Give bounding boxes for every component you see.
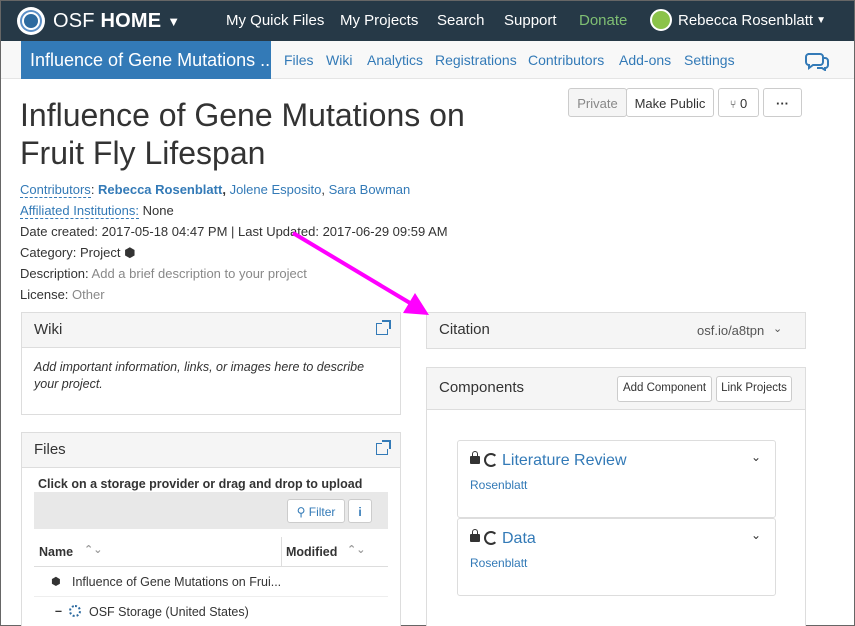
components-panel: Components Add Component Link Projects L…	[426, 367, 806, 626]
description-value[interactable]: Add a brief description to your project	[92, 266, 307, 281]
contributor-link[interactable]: Sara Bowman	[329, 182, 411, 197]
col-modified[interactable]: Modified	[286, 545, 337, 559]
category-label: Category:	[20, 245, 77, 260]
license-value[interactable]: Other	[72, 287, 105, 302]
tab-analytics[interactable]: Analytics	[367, 52, 423, 68]
affiliated-label[interactable]: Affiliated Institutions:	[20, 203, 139, 219]
cube-icon: ⬢	[51, 576, 61, 588]
storage-name[interactable]: OSF Storage (United States)	[89, 605, 249, 619]
component-card[interactable]: Literature Review Rosenblatt ⌄	[457, 440, 776, 518]
wiki-panel-header: Wiki	[22, 313, 400, 348]
link-projects-button[interactable]: Link Projects	[716, 376, 792, 402]
description-label: Description:	[20, 266, 89, 281]
collapse-icon[interactable]: –	[55, 604, 62, 618]
table-row[interactable]: ⬢ Influence of Gene Mutations on Frui...	[34, 567, 388, 597]
component-owner[interactable]: Rosenblatt	[470, 556, 527, 570]
contributors-label[interactable]: Contributors	[20, 182, 91, 198]
category-value: Project	[80, 245, 121, 260]
nav-donate[interactable]: Donate	[579, 12, 627, 29]
wiki-title: Wiki	[34, 321, 63, 338]
caret-down-icon: ▼	[167, 13, 181, 29]
external-link-icon[interactable]	[376, 320, 391, 335]
file-name[interactable]: Influence of Gene Mutations on Frui...	[72, 575, 281, 589]
nav-search[interactable]: Search	[437, 12, 485, 29]
component-owner[interactable]: Rosenblatt	[470, 478, 527, 492]
lock-icon	[470, 451, 480, 464]
lock-icon	[470, 529, 480, 542]
components-title: Components	[439, 379, 525, 396]
caret-down-icon: ▼	[816, 14, 826, 26]
osf-logo-icon	[17, 7, 45, 35]
contributors-line: Contributors: Rebecca Rosenblatt, Jolene…	[20, 182, 411, 198]
chevron-down-icon[interactable]: ⌄	[751, 450, 761, 464]
citation-panel[interactable]: Citation osf.io/a8tpn ⌄	[426, 312, 806, 349]
tab-wiki[interactable]: Wiki	[326, 52, 352, 68]
contributor-link[interactable]: Jolene Esposito	[230, 182, 322, 197]
tab-add-ons[interactable]: Add-ons	[619, 52, 671, 68]
component-card[interactable]: Data Rosenblatt ⌄	[457, 518, 776, 596]
files-panel-header: Files	[22, 433, 400, 468]
wiki-placeholder[interactable]: Add important information, links, or ima…	[22, 348, 400, 404]
fork-icon: ⑂	[729, 99, 737, 111]
project-navbar: Influence of Gene Mutations ... Files Wi…	[1, 41, 854, 79]
filter-button[interactable]: ⚲ Filter	[287, 499, 345, 523]
avatar	[650, 9, 672, 31]
more-options-button[interactable]: ···	[763, 88, 802, 117]
dates-line: Date created: 2017-05-18 04:47 PM | Last…	[20, 224, 448, 239]
project-title-tab[interactable]: Influence of Gene Mutations ...	[21, 41, 271, 79]
fork-count: 0	[740, 96, 748, 111]
sort-icons[interactable]: ⌃⌄	[84, 543, 102, 556]
license-label: License:	[20, 287, 69, 302]
comments-icon[interactable]	[805, 51, 829, 71]
brand-text: OSF HOME	[53, 9, 162, 32]
tab-contributors[interactable]: Contributors	[528, 52, 604, 68]
files-toolbar: ⚲ Filter i	[34, 492, 388, 529]
col-name[interactable]: Name	[39, 545, 73, 559]
fork-button[interactable]: ⑂ 0	[718, 88, 759, 117]
add-component-button[interactable]: Add Component	[617, 376, 712, 402]
nav-my-quick-files[interactable]: My Quick Files	[226, 12, 324, 29]
tab-registrations[interactable]: Registrations	[435, 52, 517, 68]
private-button[interactable]: Private	[568, 88, 627, 117]
loading-circle-icon	[484, 453, 498, 467]
top-navbar: OSF HOME ▼ My Quick Files My Projects Se…	[1, 1, 854, 41]
affiliated-institutions-line: Affiliated Institutions: None	[20, 203, 174, 219]
contributor-link[interactable]: Rebecca Rosenblatt	[98, 182, 222, 197]
user-name: Rebecca Rosenblatt	[678, 11, 814, 29]
description-line: Description: Add a brief description to …	[20, 266, 307, 281]
chevron-down-icon[interactable]: ⌄	[751, 528, 761, 542]
affiliated-value: None	[142, 203, 174, 218]
citation-title: Citation	[439, 321, 490, 338]
page-title: Influence of Gene Mutations on Fruit Fly…	[20, 97, 465, 171]
chevron-down-icon[interactable]: ⌄	[773, 322, 782, 335]
component-title[interactable]: Literature Review	[502, 452, 627, 470]
citation-header: Citation osf.io/a8tpn ⌄	[427, 313, 805, 348]
arrow-line	[291, 231, 412, 305]
table-row[interactable]: – OSF Storage (United States)	[34, 597, 388, 626]
files-hint: Click on a storage provider or drag and …	[38, 477, 363, 491]
osf-home-menu[interactable]: OSF HOME ▼	[17, 7, 180, 35]
license-line: License: Other	[20, 287, 105, 302]
nav-my-projects[interactable]: My Projects	[340, 12, 418, 29]
tab-settings[interactable]: Settings	[684, 52, 735, 68]
tab-files[interactable]: Files	[284, 52, 314, 68]
wiki-panel: Wiki Add important information, links, o…	[21, 312, 401, 415]
citation-link[interactable]: osf.io/a8tpn	[697, 323, 764, 338]
info-icon[interactable]: i	[348, 499, 372, 523]
make-public-button[interactable]: Make Public	[626, 88, 714, 117]
external-link-icon[interactable]	[376, 440, 391, 455]
files-table-header: Name ⌃⌄ Modified ⌃⌄	[34, 537, 388, 567]
files-panel: Files Click on a storage provider or dra…	[21, 432, 401, 626]
user-menu[interactable]: Rebecca Rosenblatt ▼	[650, 9, 826, 31]
files-title: Files	[34, 441, 66, 458]
cube-icon: ⬢	[124, 245, 136, 260]
category-line: Category: Project ⬢	[20, 245, 135, 261]
sort-icons[interactable]: ⌃⌄	[347, 543, 365, 556]
loading-circle-icon	[484, 531, 498, 545]
search-icon: ⚲	[296, 505, 306, 519]
component-title[interactable]: Data	[502, 530, 536, 548]
components-header: Components Add Component Link Projects	[427, 368, 805, 410]
nav-support[interactable]: Support	[504, 12, 557, 29]
osf-storage-icon	[69, 605, 81, 617]
